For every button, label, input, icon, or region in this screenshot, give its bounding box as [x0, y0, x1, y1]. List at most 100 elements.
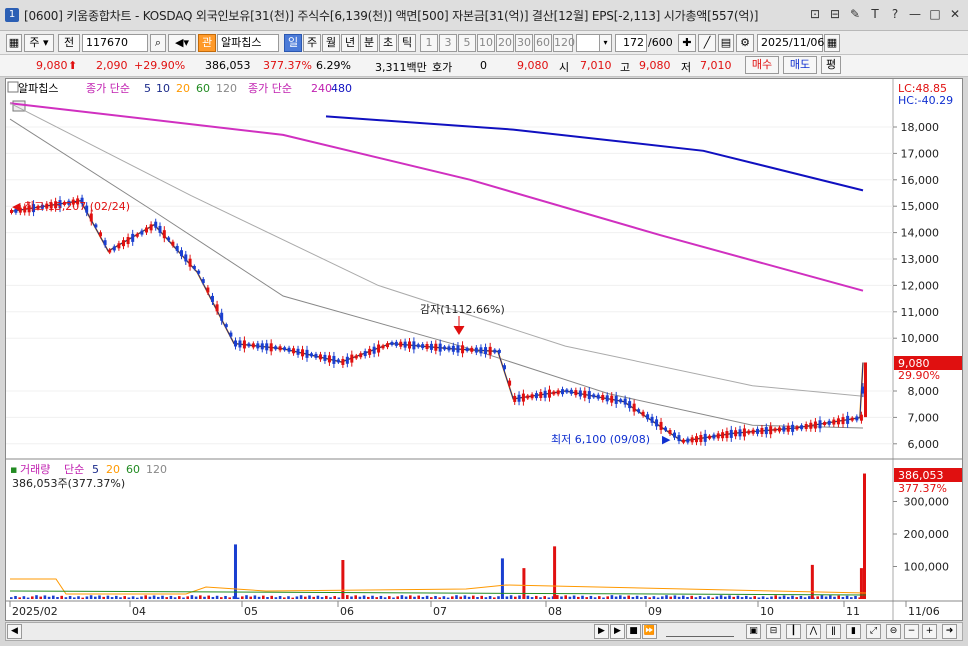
volume-bar [367, 596, 370, 599]
arrow-right-icon[interactable]: ➜ [942, 624, 957, 639]
period-minute-tab[interactable]: 분 [360, 34, 378, 52]
chart-area[interactable]: 알파칩스 종가 단순 5 10 20 60 120 종가 단순 240 480 … [5, 78, 963, 621]
volume-bar [291, 597, 294, 599]
sound-icon[interactable]: ◀▾ [168, 34, 196, 52]
eval-button[interactable]: 평 [821, 56, 841, 74]
interval-10[interactable]: 10 [477, 34, 495, 52]
zigzag-icon[interactable]: ⋀ [806, 624, 821, 639]
candle-body [596, 394, 600, 399]
date-input[interactable]: 2025/11/06 [757, 34, 824, 52]
period-year-tab[interactable]: 년 [341, 34, 359, 52]
menu-grid-icon[interactable]: ▦ [6, 34, 22, 52]
interval-120[interactable]: 120 [553, 34, 575, 52]
interval-3[interactable]: 3 [439, 34, 457, 52]
volume-bar [68, 596, 72, 599]
candle-body [734, 430, 738, 437]
ruler-icon[interactable]: ⊟ [766, 624, 781, 639]
scroll-left-icon[interactable]: ◀ [7, 624, 22, 639]
candle-body [158, 225, 162, 233]
play-icon[interactable]: ▶ [610, 624, 625, 639]
stop-icon[interactable]: ■ [626, 624, 641, 639]
split-icon[interactable]: ⊟ [828, 7, 842, 21]
volume-bar [161, 595, 164, 599]
edit-icon[interactable]: ✎ [848, 7, 862, 21]
interval-5[interactable]: 5 [458, 34, 476, 52]
ma240-line [9, 102, 864, 292]
candle-body [565, 389, 569, 393]
interval-30[interactable]: 30 [515, 34, 533, 52]
panel-menu-icon[interactable] [7, 81, 19, 93]
volume-bar [304, 596, 307, 599]
chart-scrollbar[interactable]: ◀ ▶ ▶ ■ ⏩ ▣ ⊟ ┃ ⋀ ǁ ▮ ⤢ ⊖ − + ➜ [5, 622, 963, 641]
volume-bar [577, 596, 580, 599]
candle-body [641, 411, 645, 416]
minus-icon[interactable]: − [904, 624, 919, 639]
zoom-slider[interactable] [666, 626, 734, 637]
minimize-icon[interactable]: — [908, 7, 922, 21]
candle-body [434, 343, 438, 351]
expand-icon[interactable]: ⤢ [866, 624, 881, 639]
period-day-tab[interactable]: 일 [284, 34, 302, 52]
volume-bar [199, 595, 202, 599]
period-month-tab[interactable]: 월 [322, 34, 340, 52]
buy-button[interactable]: 매수 [745, 56, 779, 74]
scroll-right-icon[interactable]: ▶ [594, 624, 609, 639]
all-button[interactable]: 전 [58, 34, 80, 52]
volume-bar [459, 596, 462, 599]
fast-forward-icon[interactable]: ⏩ [642, 624, 657, 639]
candle-body [592, 394, 596, 398]
vol-icon[interactable]: ▮ [846, 624, 861, 639]
plus-icon[interactable]: + [922, 624, 937, 639]
period-week-tab[interactable]: 주 [303, 34, 321, 52]
volume-bar [60, 595, 63, 599]
search-icon[interactable]: ⌕ [150, 34, 166, 52]
zoom-out-icon[interactable]: ⊖ [886, 624, 901, 639]
candle-body [135, 233, 139, 237]
chevron-down-icon[interactable]: ▾ [599, 34, 612, 52]
interval-20[interactable]: 20 [496, 34, 514, 52]
volume-bar [316, 595, 320, 599]
volume-bar [652, 596, 656, 599]
candle-body [332, 355, 336, 364]
box-icon[interactable]: ▣ [746, 624, 761, 639]
candle-body [292, 348, 296, 354]
layout-icon[interactable]: ⊡ [808, 7, 822, 21]
candle-body [438, 343, 442, 352]
candle-body [443, 346, 447, 350]
chart-canvas[interactable]: 알파칩스 종가 단순 5 10 20 60 120 종가 단순 240 480 … [6, 79, 962, 620]
stock-code-input[interactable]: 117670 [82, 34, 148, 52]
interval-1[interactable]: 1 [420, 34, 438, 52]
favorite-tag[interactable]: 관 [198, 34, 216, 52]
period-tick-tab[interactable]: 틱 [398, 34, 416, 52]
close-icon[interactable]: ✕ [948, 7, 962, 21]
volume-spike [810, 564, 814, 599]
count-input[interactable]: 172 [615, 34, 647, 52]
help-icon[interactable]: ? [888, 7, 902, 21]
volume-bar [211, 596, 215, 599]
volume-bar [400, 595, 404, 599]
volume-bar [287, 596, 290, 599]
crosshair-icon[interactable]: ✚ [678, 34, 696, 52]
candle-body [403, 341, 407, 348]
maximize-icon[interactable]: □ [928, 7, 942, 21]
candle-icon[interactable]: ┃ [786, 624, 801, 639]
interval-60[interactable]: 60 [534, 34, 552, 52]
volume-bar [417, 595, 420, 599]
text-icon[interactable]: T [868, 7, 882, 21]
price-change-pct: +29.90% [134, 59, 186, 72]
sell-button[interactable]: 매도 [783, 56, 817, 74]
candle-body [399, 341, 403, 347]
save-icon[interactable]: ▤ [718, 34, 734, 52]
menu-dropdown[interactable]: 주 ▾ [24, 34, 54, 52]
candle-body [345, 356, 349, 364]
candle-body [456, 345, 460, 353]
calendar-icon[interactable]: ▦ [824, 34, 840, 52]
candle-body [465, 348, 469, 352]
bars-icon[interactable]: ǁ [826, 624, 841, 639]
volume-bar [497, 596, 500, 599]
period-second-tab[interactable]: 초 [379, 34, 397, 52]
candle-body [274, 346, 278, 350]
current-volume-tag: 386,053 [898, 469, 944, 482]
settings-icon[interactable]: ⚙ [736, 34, 754, 52]
draw-line-icon[interactable]: ╱ [698, 34, 716, 52]
